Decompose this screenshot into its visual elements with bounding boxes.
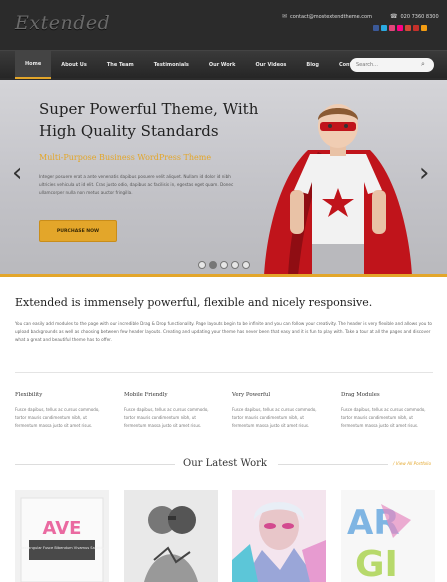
feature-text: Fusce dapibus, tellus ac cursus commodo,… — [232, 407, 317, 428]
intro-text: You can easily add modules to the page w… — [15, 321, 432, 342]
site-logo[interactable]: Extended — [15, 12, 110, 34]
twitter-icon[interactable] — [381, 25, 387, 31]
nav-item-the-team[interactable]: The Team — [97, 51, 144, 79]
nav-item-blog[interactable]: Blog — [296, 51, 329, 79]
feature-text: Fusce dapibus, tellus ac cursus commodo,… — [124, 407, 209, 428]
heading-rule — [15, 464, 175, 465]
slider-pagination — [198, 261, 250, 269]
nav-item-testimonials[interactable]: Testimonials — [144, 51, 199, 79]
feature-title: Drag Modules — [341, 392, 380, 398]
nav-item-home[interactable]: Home — [15, 51, 52, 79]
slider-next-icon[interactable]: › — [419, 160, 429, 186]
header-email-text: contact@mostextendtheme.com — [290, 13, 372, 20]
heading-rule — [278, 464, 388, 465]
feature-drag-modules: Drag Modules Fusce dapibus, tellus ac cu… — [341, 392, 431, 430]
rss-icon[interactable] — [421, 25, 427, 31]
nav-item-about-us[interactable]: About Us — [51, 51, 97, 79]
feature-title: Flexibility — [15, 392, 43, 398]
youtube-icon[interactable] — [413, 25, 419, 31]
dribbble-icon[interactable] — [389, 25, 395, 31]
portfolio-thumb-4: AR GI — [341, 490, 435, 582]
slider-prev-icon[interactable]: ‹ — [12, 160, 22, 186]
hero-subtitle: Multi-Purpose Business WordPress Theme — [39, 153, 212, 162]
feature-flexibility: Flexibility Fusce dapibus, tellus ac cur… — [15, 392, 105, 430]
section-divider — [15, 372, 433, 373]
header-email[interactable]: ✉ contact@mostextendtheme.com — [282, 13, 372, 20]
hero-title: Super Powerful Theme, With High Quality … — [39, 100, 259, 140]
portfolio-item-3[interactable] — [232, 490, 326, 582]
search-icon[interactable]: ⌕ — [421, 60, 425, 69]
feature-title: Mobile Friendly — [124, 392, 168, 398]
nav-item-our-work[interactable]: Our Work — [199, 51, 246, 79]
portfolio-thumb-2 — [124, 490, 218, 582]
portfolio-item-2[interactable] — [124, 490, 218, 582]
google-plus-icon[interactable] — [405, 25, 411, 31]
header-phone-text: 020 7360 8300 — [400, 13, 439, 20]
intro-title: Extended is immensely powerful, flexible… — [15, 296, 373, 309]
portfolio-item-1[interactable]: AVE Rectangular Fusce Bibendum Vivamus S… — [15, 490, 109, 582]
slider-dot[interactable] — [242, 261, 250, 269]
portfolio-caption: Rectangular Fusce Bibendum Vivamus Sagit… — [20, 546, 104, 550]
hero-accent-bar — [0, 274, 447, 277]
slider-dot[interactable] — [209, 261, 217, 269]
feature-text: Fusce dapibus, tellus ac cursus commodo,… — [341, 407, 426, 428]
slider-dot[interactable] — [198, 261, 206, 269]
feature-title: Very Powerful — [232, 392, 271, 398]
slider-dot[interactable] — [231, 261, 239, 269]
svg-text:AVE: AVE — [43, 518, 82, 539]
latest-work-header: Our Latest Work / View All Portfolio — [0, 456, 447, 476]
feature-very-powerful: Very Powerful Fusce dapibus, tellus ac c… — [232, 392, 322, 430]
slider-dot[interactable] — [220, 261, 228, 269]
site-header: Extended ✉ contact@mostextendtheme.com ☎… — [0, 0, 447, 80]
portfolio-item-4[interactable]: AR GI — [341, 490, 435, 582]
phone-icon: ☎ — [390, 13, 398, 20]
flickr-icon[interactable] — [397, 25, 403, 31]
svg-text:GI: GI — [355, 544, 398, 582]
portfolio-thumb-1: AVE Rectangular Fusce Bibendum Vivamus S… — [15, 490, 109, 582]
nav-item-our-videos[interactable]: Our Videos — [245, 51, 296, 79]
main-nav: Home About Us The Team Testimonials Our Work… — [0, 50, 447, 79]
envelope-icon: ✉ — [282, 13, 288, 20]
hero-text: Integer posuere erat a ante venenatis da… — [39, 174, 234, 195]
social-icons — [373, 25, 427, 31]
header-phone: ☎ 020 7360 8300 — [390, 13, 439, 20]
view-all-portfolio-link[interactable]: / View All Portfolio — [393, 461, 431, 466]
latest-work-title: Our Latest Work — [183, 458, 267, 469]
hero-superhero-kid-image — [264, 104, 412, 276]
feature-mobile-friendly: Mobile Friendly Fusce dapibus, tellus ac… — [124, 392, 214, 430]
hero-slider: Super Powerful Theme, With High Quality … — [0, 80, 447, 276]
facebook-icon[interactable] — [373, 25, 379, 31]
feature-text: Fusce dapibus, tellus ac cursus commodo,… — [15, 407, 100, 428]
portfolio-thumb-3 — [232, 490, 326, 582]
purchase-button[interactable]: PURCHASE NOW — [39, 220, 117, 242]
